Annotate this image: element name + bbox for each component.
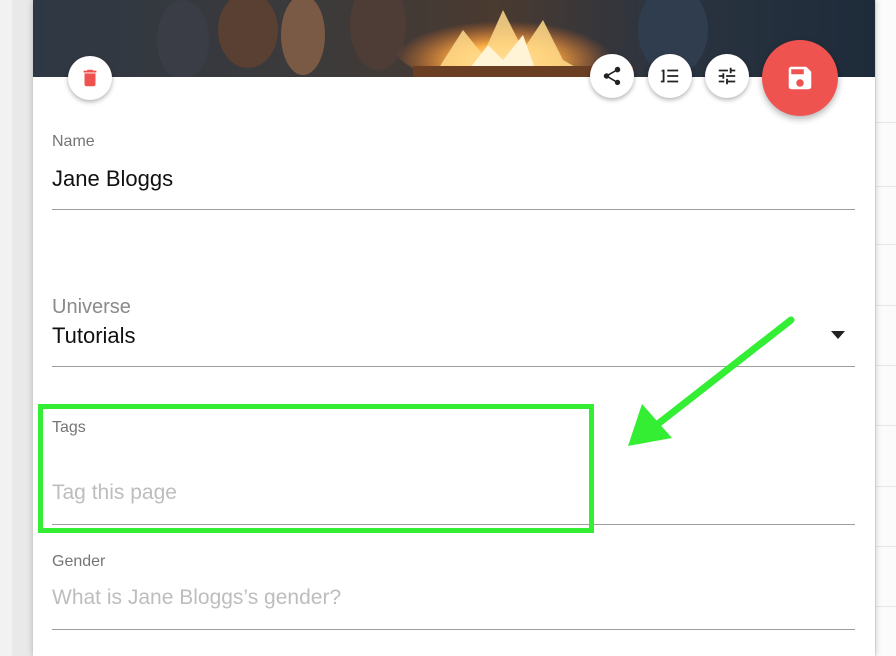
right-list-divider (876, 305, 896, 306)
right-list-divider (876, 425, 896, 426)
universe-select[interactable]: Tutorials (52, 323, 136, 349)
trash-icon (83, 69, 97, 87)
annotation-arrow-icon (628, 316, 795, 446)
left-gutter (0, 0, 12, 656)
gender-input[interactable]: What is Jane Bloggs’s gender? (52, 586, 341, 610)
share-button[interactable] (590, 54, 634, 98)
tags-highlight-box (38, 404, 594, 533)
name-label: Name (52, 133, 95, 150)
save-floppy-icon (788, 66, 812, 90)
name-input[interactable]: Jane Bloggs (52, 166, 173, 192)
gender-underline (52, 629, 855, 630)
universe-label: Universe (52, 296, 131, 318)
right-list-divider (876, 122, 896, 123)
tune-icon (718, 67, 736, 85)
dropdown-arrow-icon[interactable] (831, 331, 845, 339)
right-list-divider (876, 486, 896, 487)
format-list-numbered-icon (660, 69, 679, 83)
name-underline (52, 209, 855, 210)
settings-button[interactable] (705, 54, 749, 98)
right-list-divider (876, 546, 896, 547)
delete-button[interactable] (68, 56, 112, 100)
campfire-image (33, 0, 875, 77)
save-button[interactable] (762, 40, 838, 116)
header-image (33, 0, 875, 77)
right-side-list (876, 0, 896, 656)
right-list-divider (876, 186, 896, 187)
right-list-divider (876, 365, 896, 366)
right-list-divider (876, 244, 896, 245)
reorder-button[interactable] (648, 54, 692, 98)
gender-label: Gender (52, 553, 106, 570)
right-list-divider (876, 606, 896, 607)
share-icon (603, 66, 621, 86)
